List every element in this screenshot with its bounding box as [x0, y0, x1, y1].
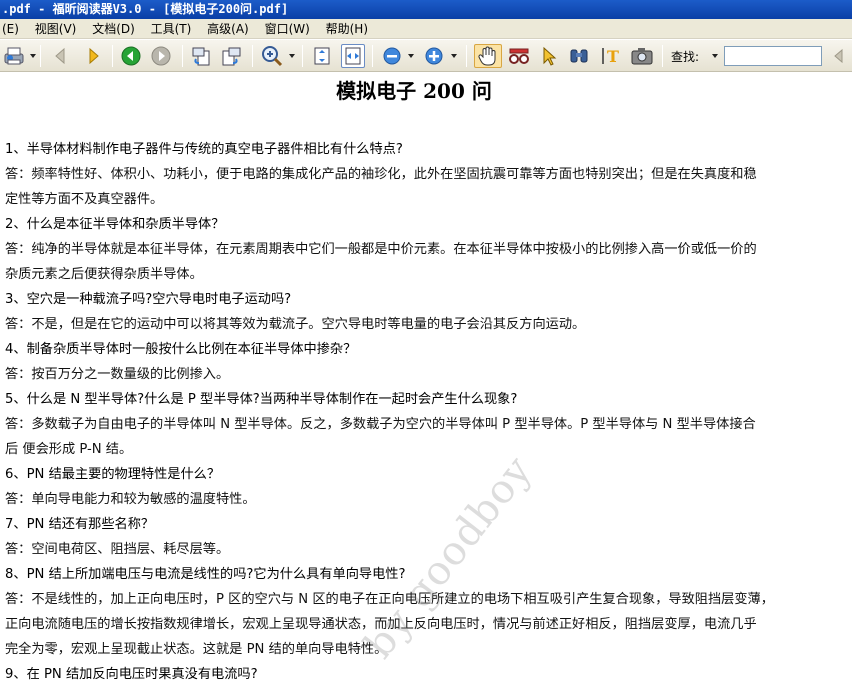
zoom-in-dropdown-icon[interactable]: [451, 54, 457, 58]
binoculars-icon[interactable]: [566, 44, 592, 68]
toolbar-separator: [302, 45, 303, 67]
reading-glasses-icon[interactable]: [506, 44, 532, 68]
window-title-bar: .pdf - 福昕阅读器V3.0 - [模拟电子200问.pdf]: [0, 0, 852, 19]
answer-line: 定性等方面不及真空器件。: [5, 192, 164, 207]
question-line: 6、PN 结最主要的物理特性是什么？: [5, 467, 221, 482]
snapshot-icon[interactable]: [628, 44, 656, 68]
menu-help[interactable]: 帮助(H): [321, 19, 375, 39]
back-icon[interactable]: [118, 44, 144, 68]
question-line: 9、在 PN 结加反向电压时果真没有电流吗?: [5, 667, 258, 682]
answer-line: 答：频率特性好、体积小、功耗小，便于电路的集成化产品的袖珍化，此外在坚固抗震可靠…: [5, 167, 757, 182]
menu-edit[interactable]: (E): [0, 19, 26, 39]
answer-line: 答：纯净的半导体就是本征半导体，在元素周期表中它们一般都是中价元素。在本征半导体…: [5, 242, 757, 257]
toolbar-separator: [662, 45, 663, 67]
zoom-dropdown-icon[interactable]: [289, 54, 295, 58]
question-line: 3、空穴是一种载流子吗?空穴导电时电子运动吗?: [5, 292, 292, 307]
svg-text:T: T: [607, 47, 619, 66]
next-page-icon[interactable]: [82, 44, 106, 68]
answer-line: 答：不是，但是在它的运动中可以将其等效为载流子。空穴导电时等电量的电子会沿其反方…: [5, 317, 586, 332]
menu-tools[interactable]: 工具(T): [146, 19, 199, 39]
document-body: 1、半导体材料制作电子器件与传统的真空电子器件相比有什么特点? 答：频率特性好、体…: [5, 137, 833, 687]
answer-line: 答：不是线性的，加上正向电压时，P 区的空穴与 N 区的电子在正向电压所建立的电…: [5, 592, 774, 607]
answer-line: 答：按百万分之一数量级的比例掺入。: [5, 367, 230, 382]
menu-document[interactable]: 文档(D): [87, 19, 142, 39]
rotate-left-icon[interactable]: [188, 44, 214, 68]
document-page[interactable]: 模拟电子 200 问 1、半导体材料制作电子器件与传统的真空电子器件相比有什么特…: [0, 73, 852, 695]
prev-page-icon[interactable]: [48, 44, 72, 68]
answer-line: 答：多数载子为自由电子的半导体叫 N 型半导体。反之，多数载子为空穴的半导体叫 …: [5, 417, 756, 432]
text-select-icon[interactable]: T: [598, 44, 624, 68]
zoom-in-icon[interactable]: [421, 44, 447, 68]
forward-icon[interactable]: [148, 44, 174, 68]
answer-line: 杂质元素之后便获得杂质半导体。: [5, 267, 203, 282]
answer-line: 正向电流随电压的增长按指数规律增长，宏观上呈现导通状态，而加上反向电压时，情况与…: [5, 617, 757, 632]
answer-line: 完全为零，宏观上呈现截止状态。这就是 PN 结的单向导电特性。: [5, 642, 388, 657]
find-options-dropdown-icon[interactable]: [712, 54, 718, 58]
answer-line: 答：单向导电能力和较为敏感的温度特性。: [5, 492, 256, 507]
question-line: 8、PN 结上所加端电压与电流是线性的吗?它为什么具有单向导电性?: [5, 567, 406, 582]
question-line: 5、什么是 N 型半导体?什么是 P 型半导体?当两种半导体制作在一起时会产生什…: [5, 392, 518, 407]
zoom-out-dropdown-icon[interactable]: [408, 54, 414, 58]
question-line: 4、制备杂质半导体时一般按什么比例在本征半导体中掺杂？: [5, 342, 357, 357]
question-line: 1、半导体材料制作电子器件与传统的真空电子器件相比有什么特点?: [5, 142, 403, 157]
toolbar-separator: [112, 45, 113, 67]
document-title: 模拟电子 200 问: [336, 79, 492, 103]
toolbar-separator: [182, 45, 183, 67]
menu-view[interactable]: 视图(V): [30, 19, 84, 39]
toolbar-separator: [40, 45, 41, 67]
print-dropdown-icon[interactable]: [30, 54, 36, 58]
zoom-icon[interactable]: [258, 44, 286, 68]
fit-page-icon[interactable]: [310, 44, 334, 68]
toolbar-separator: [252, 45, 253, 67]
toolbar-separator: [466, 45, 467, 67]
answer-line: 后 便会形成 P-N 结。: [5, 442, 133, 457]
toolbar-separator: [372, 45, 373, 67]
hand-tool-icon[interactable]: [474, 44, 502, 68]
zoom-out-icon[interactable]: [379, 44, 405, 68]
question-line: 7、PN 结还有那些名称？: [5, 517, 155, 532]
question-line: 2、什么是本征半导体和杂质半导体？: [5, 217, 225, 232]
answer-line: 答：空间电荷区、阻挡层、耗尽层等。: [5, 542, 230, 557]
select-arrow-icon[interactable]: [537, 44, 561, 68]
menu-window[interactable]: 窗口(W): [260, 19, 317, 39]
find-next-icon[interactable]: [828, 44, 850, 68]
fit-width-icon[interactable]: [341, 44, 365, 68]
find-label: 查找:: [671, 50, 700, 64]
menu-bar: (E) 视图(V) 文档(D) 工具(T) 高级(A) 窗口(W) 帮助(H): [0, 19, 852, 39]
print-icon[interactable]: [0, 44, 28, 68]
find-input[interactable]: [724, 46, 822, 66]
menu-advanced[interactable]: 高级(A): [202, 19, 256, 39]
window-title: .pdf - 福昕阅读器V3.0 - [模拟电子200问.pdf]: [2, 2, 289, 16]
rotate-right-icon[interactable]: [218, 44, 244, 68]
